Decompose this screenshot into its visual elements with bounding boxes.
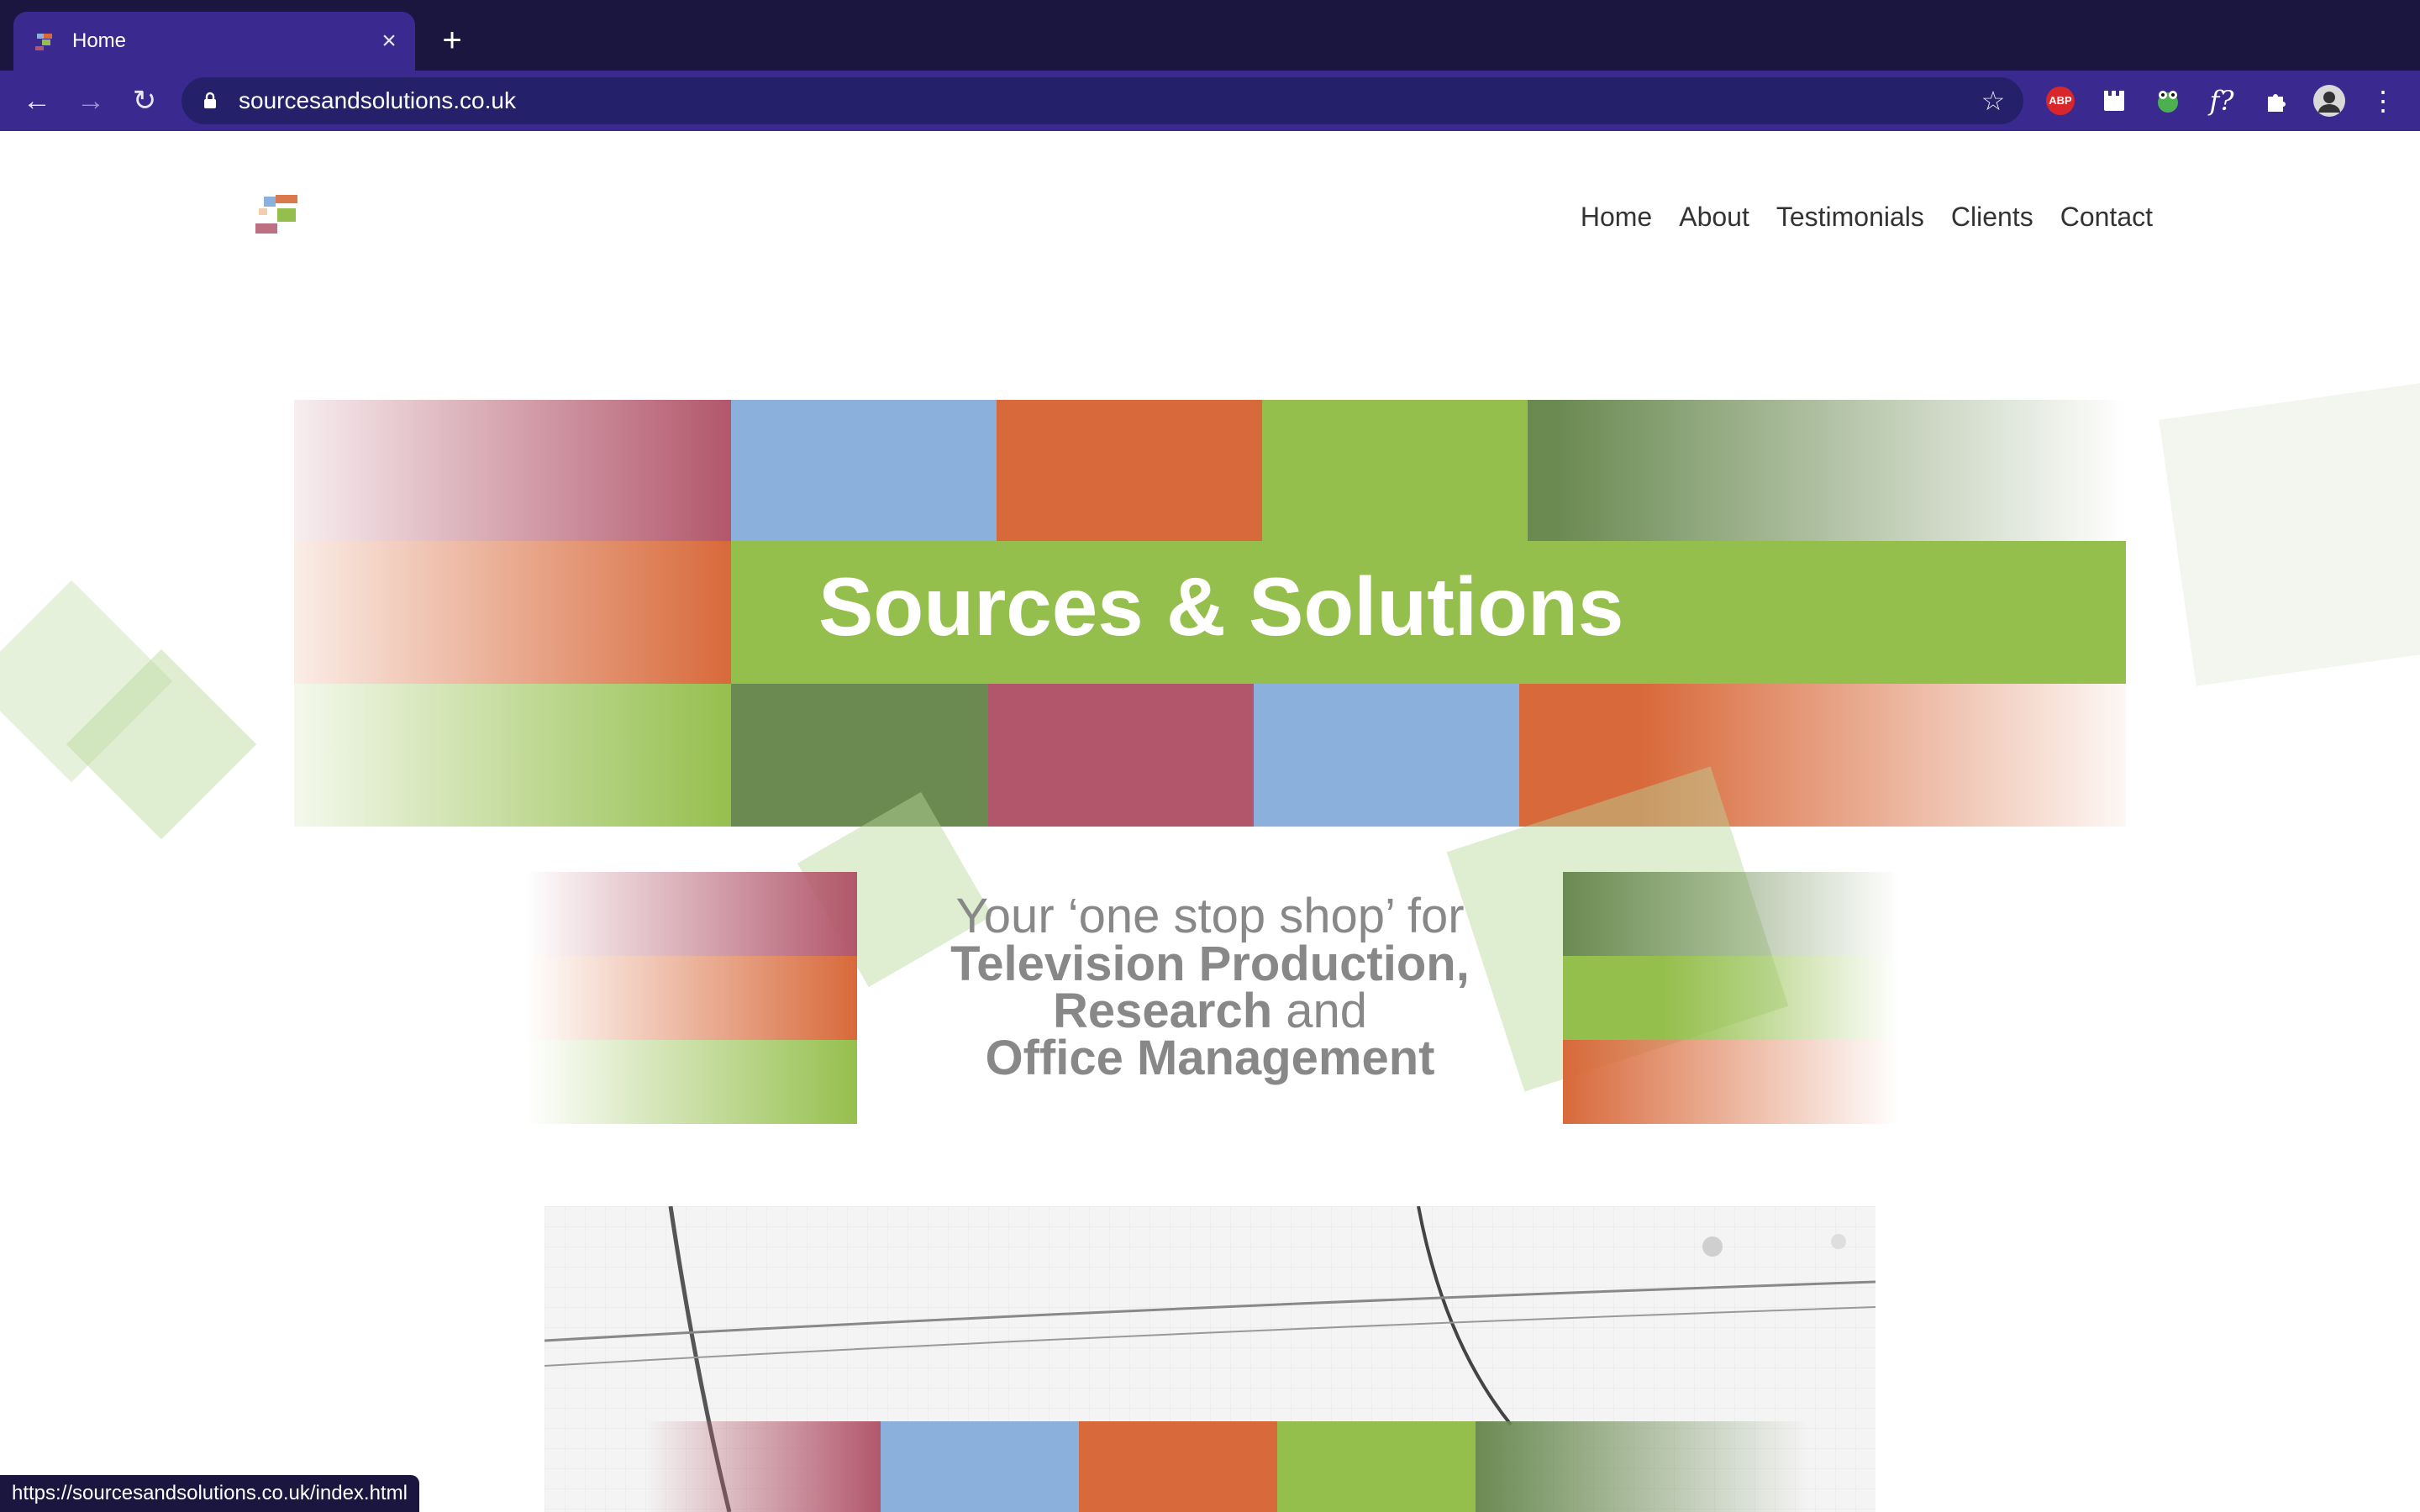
frog-icon[interactable] (2149, 82, 2186, 119)
browser-tab-home[interactable]: Home × (13, 12, 415, 71)
hero-tile (1254, 684, 1519, 827)
browser-menu-icon[interactable]: ⋮ (2365, 82, 2402, 119)
puzzle-icon[interactable] (2257, 82, 2294, 119)
lock-icon (204, 92, 216, 108)
address-bar-url: sourcesandsolutions.co.uk (239, 87, 516, 113)
tagline-service-office: Office Management (985, 1031, 1435, 1085)
tagline-tile (1563, 1040, 1899, 1124)
hero-tile (731, 400, 997, 541)
sketch-image (544, 1206, 1876, 1512)
nav-about[interactable]: About (1679, 198, 1749, 235)
site-favicon-icon (35, 34, 52, 50)
hero-title: Sources & Solutions (818, 560, 1624, 653)
tagline-tile (1563, 872, 1899, 956)
tab-title: Home (72, 29, 127, 52)
browser-toolbar: ← → ↻ sourcesandsolutions.co.uk ☆ ABP f?… (0, 71, 2420, 131)
address-bar[interactable]: sourcesandsolutions.co.uk ☆ (182, 77, 2023, 124)
tagline-tile (526, 872, 857, 956)
nav-contact[interactable]: Contact (2060, 198, 2153, 235)
abp-icon[interactable]: ABP (2042, 82, 2079, 119)
page-viewport: Home About Testimonials Clients Contact … (0, 131, 2420, 1512)
hero-tile (731, 684, 988, 827)
nav-home[interactable]: Home (1581, 198, 1652, 235)
site-navigation: Home About Testimonials Clients Contact (1581, 198, 2153, 235)
reload-icon[interactable]: ↻ (126, 82, 163, 119)
back-arrow-icon[interactable]: ← (18, 82, 55, 119)
tagline: Your ‘one stop shop’ for Television Prod… (857, 889, 1563, 1085)
forward-arrow-icon[interactable]: → (72, 82, 109, 119)
hero-tile (294, 400, 731, 541)
tagline-intro: Your ‘one stop shop’ for (955, 889, 1465, 943)
bookmark-star-icon[interactable]: ☆ (1976, 84, 2010, 118)
new-tab-icon[interactable]: + (434, 22, 471, 59)
link-status-bar: https://sourcesandsolutions.co.uk/index.… (0, 1475, 419, 1512)
abp-badge: ABP (2046, 87, 2075, 115)
sketch-tile (1079, 1421, 1277, 1512)
nav-clients[interactable]: Clients (1951, 198, 2033, 235)
tagline-service-tv: Television Production, (950, 937, 1470, 991)
hero-tile (294, 541, 731, 684)
tagline-tile (1563, 956, 1899, 1040)
font-finder-icon[interactable]: f? (2203, 82, 2240, 119)
hero-tile (988, 684, 1254, 827)
sketch-tile (1476, 1421, 1808, 1512)
hero-tile (997, 400, 1262, 541)
sketch-tile (881, 1421, 1079, 1512)
tagline-service-research: Research and (857, 987, 1563, 1036)
hero-tile (1262, 400, 1528, 541)
tab-close-icon[interactable]: × (375, 27, 403, 55)
browser-tab-strip: Home × + (0, 0, 2420, 71)
tagline-tile (526, 1040, 857, 1124)
profile-avatar[interactable] (2311, 82, 2348, 119)
tagline-tile (526, 956, 857, 1040)
hero-tile (294, 684, 731, 827)
hero-tile (1528, 400, 2126, 541)
site-logo[interactable] (252, 190, 311, 240)
sketch-tile (1277, 1421, 1476, 1512)
decorative-square (2159, 382, 2420, 686)
clapperboard-icon[interactable] (2096, 82, 2133, 119)
nav-testimonials[interactable]: Testimonials (1776, 198, 1924, 235)
sketch-tile (645, 1421, 881, 1512)
